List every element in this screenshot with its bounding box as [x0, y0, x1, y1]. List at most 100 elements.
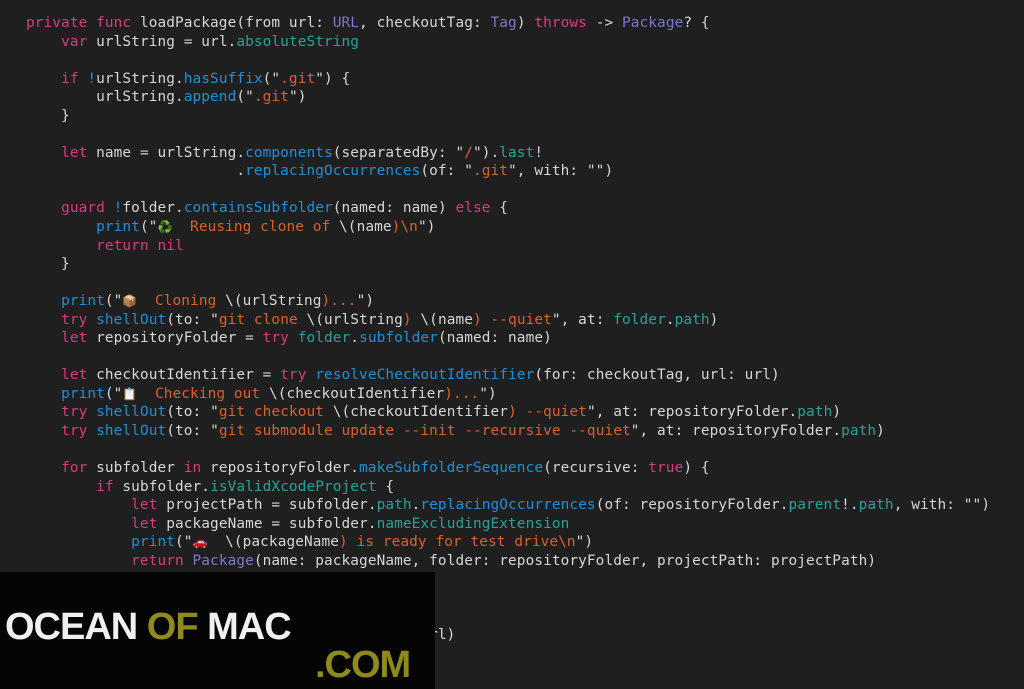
code-line[interactable]: let packageName = subfolder.nameExcludin… [26, 515, 990, 534]
code-line[interactable]: } [26, 255, 990, 274]
code-token: (for: checkoutTag, url: url) [534, 367, 780, 384]
code-token: urlString. [96, 70, 184, 87]
code-token: (to: " [166, 423, 219, 440]
code-line[interactable] [26, 125, 990, 144]
code-line[interactable]: if subfolder.isValidXcodeProject { [26, 478, 990, 497]
code-token: ", with: "") [508, 163, 614, 180]
code-token: append [183, 89, 237, 106]
code-editor[interactable]: private func loadPackage(from url: URL, … [26, 14, 990, 663]
code-line[interactable]: print("📦 Cloning \(urlString)...") [26, 292, 990, 311]
code-token: ") [417, 219, 436, 236]
code-token: name [356, 219, 392, 236]
code-token: packageName = subfolder. [157, 515, 377, 532]
code-line[interactable]: try shellOut(to: "git checkout \(checkou… [26, 403, 990, 422]
code-line[interactable]: guard !folder.containsSubfolder(named: n… [26, 199, 990, 218]
code-token: (named: name) [332, 200, 456, 217]
code-line[interactable]: try shellOut(to: "git clone \(urlString)… [26, 311, 990, 330]
code-token: loadPackage(from url: [139, 15, 333, 31]
code-token: ") [479, 385, 497, 402]
code-line[interactable]: let checkoutIdentifier = try resolveChec… [26, 366, 990, 385]
code-token: try [280, 367, 307, 384]
code-token: Cloning [137, 293, 226, 310]
code-token: throws [534, 15, 587, 31]
watermark-title: OCEAN OF MAC [5, 606, 292, 649]
code-token: ! [87, 70, 97, 87]
code-token: makeSubfolderSequence [359, 460, 544, 477]
code-token: Package [622, 15, 684, 31]
code-token: return [131, 552, 184, 569]
code-line[interactable]: try shellOut(to: "git submodule update -… [26, 422, 990, 441]
code-line[interactable]: print("📋 Checking out \(checkoutIdentifi… [26, 385, 990, 404]
code-line[interactable] [26, 441, 990, 460]
code-line[interactable] [26, 51, 990, 70]
code-line[interactable] [26, 274, 990, 293]
code-line[interactable]: urlString.append(".git") [26, 88, 990, 107]
code-line[interactable] [26, 348, 990, 367]
code-token: . [26, 163, 246, 180]
code-token: ", at: repositoryFolder. [586, 404, 798, 421]
watermark-overlay: OCEAN OF MAC .COM [0, 572, 435, 689]
code-line[interactable]: let name = urlString.components(separate… [26, 144, 990, 163]
code-line[interactable]: print("🚗 \(packageName) is ready for tes… [26, 533, 990, 552]
code-token: ", at: [551, 311, 614, 328]
code-line[interactable]: let repositoryFolder = try folder.subfol… [26, 329, 990, 348]
code-token: (" [104, 385, 123, 402]
code-token: !. [841, 497, 859, 514]
code-token: print [131, 534, 175, 551]
code-token: resolveCheckoutIdentifier [315, 367, 535, 384]
code-token: in [183, 460, 202, 477]
code-token: isValidXcodeProject [210, 478, 377, 495]
code-line[interactable]: let projectPath = subfolder.path.replaci… [26, 496, 990, 515]
code-token: (" [139, 219, 158, 236]
code-token: )... [321, 293, 357, 310]
code-line[interactable]: for subfolder in repositoryFolder.makeSu… [26, 459, 990, 478]
code-token: URL [332, 15, 360, 31]
code-token: try [61, 404, 88, 421]
code-line[interactable]: return nil [26, 237, 990, 256]
code-token: name = urlString. [87, 144, 246, 161]
code-token: \(name [420, 311, 474, 328]
code-line[interactable]: .replacingOccurrences(of: ".git", with: … [26, 162, 990, 181]
code-line[interactable] [26, 181, 990, 200]
code-token: checkoutIdentifier = [87, 367, 281, 384]
code-token: absoluteString [236, 33, 360, 50]
code-token: components [245, 144, 333, 161]
code-token: . [350, 330, 360, 347]
code-token: (of: repositoryFolder. [595, 497, 789, 514]
code-token: projectPath = subfolder. [157, 497, 377, 514]
code-token: ) is ready for test drive\n [339, 534, 576, 551]
code-line[interactable]: } [26, 107, 990, 126]
code-token: try [61, 311, 88, 328]
code-token: ) [832, 404, 842, 421]
code-token: (" [175, 534, 193, 551]
code-token: let [61, 330, 88, 347]
code-token: var [61, 33, 88, 50]
code-token: print [61, 385, 105, 402]
code-token: \( [339, 219, 357, 236]
code-token: Reusing clone of [172, 219, 340, 236]
watermark-suffix: .COM [315, 644, 411, 686]
code-line[interactable]: var urlString = url.absoluteString [26, 33, 990, 52]
code-token: .git [253, 89, 289, 106]
code-token: { [490, 200, 509, 217]
code-line[interactable]: print("♻️ Reusing clone of \(name)\n") [26, 218, 990, 237]
code-token: try [262, 330, 289, 347]
code-token: \(packageName [225, 534, 340, 551]
code-token: hasSuffix [183, 70, 263, 87]
code-token: else [455, 200, 491, 217]
code-token: try [61, 423, 88, 440]
code-line[interactable]: private func loadPackage(from url: URL, … [26, 14, 990, 33]
code-line[interactable]: return Package(name: packageName, folder… [26, 552, 990, 571]
code-line[interactable]: if !urlString.hasSuffix(".git") { [26, 70, 990, 89]
watermark-word-of: OF [146, 606, 199, 648]
emoji-icon: 🚗 [192, 535, 208, 550]
